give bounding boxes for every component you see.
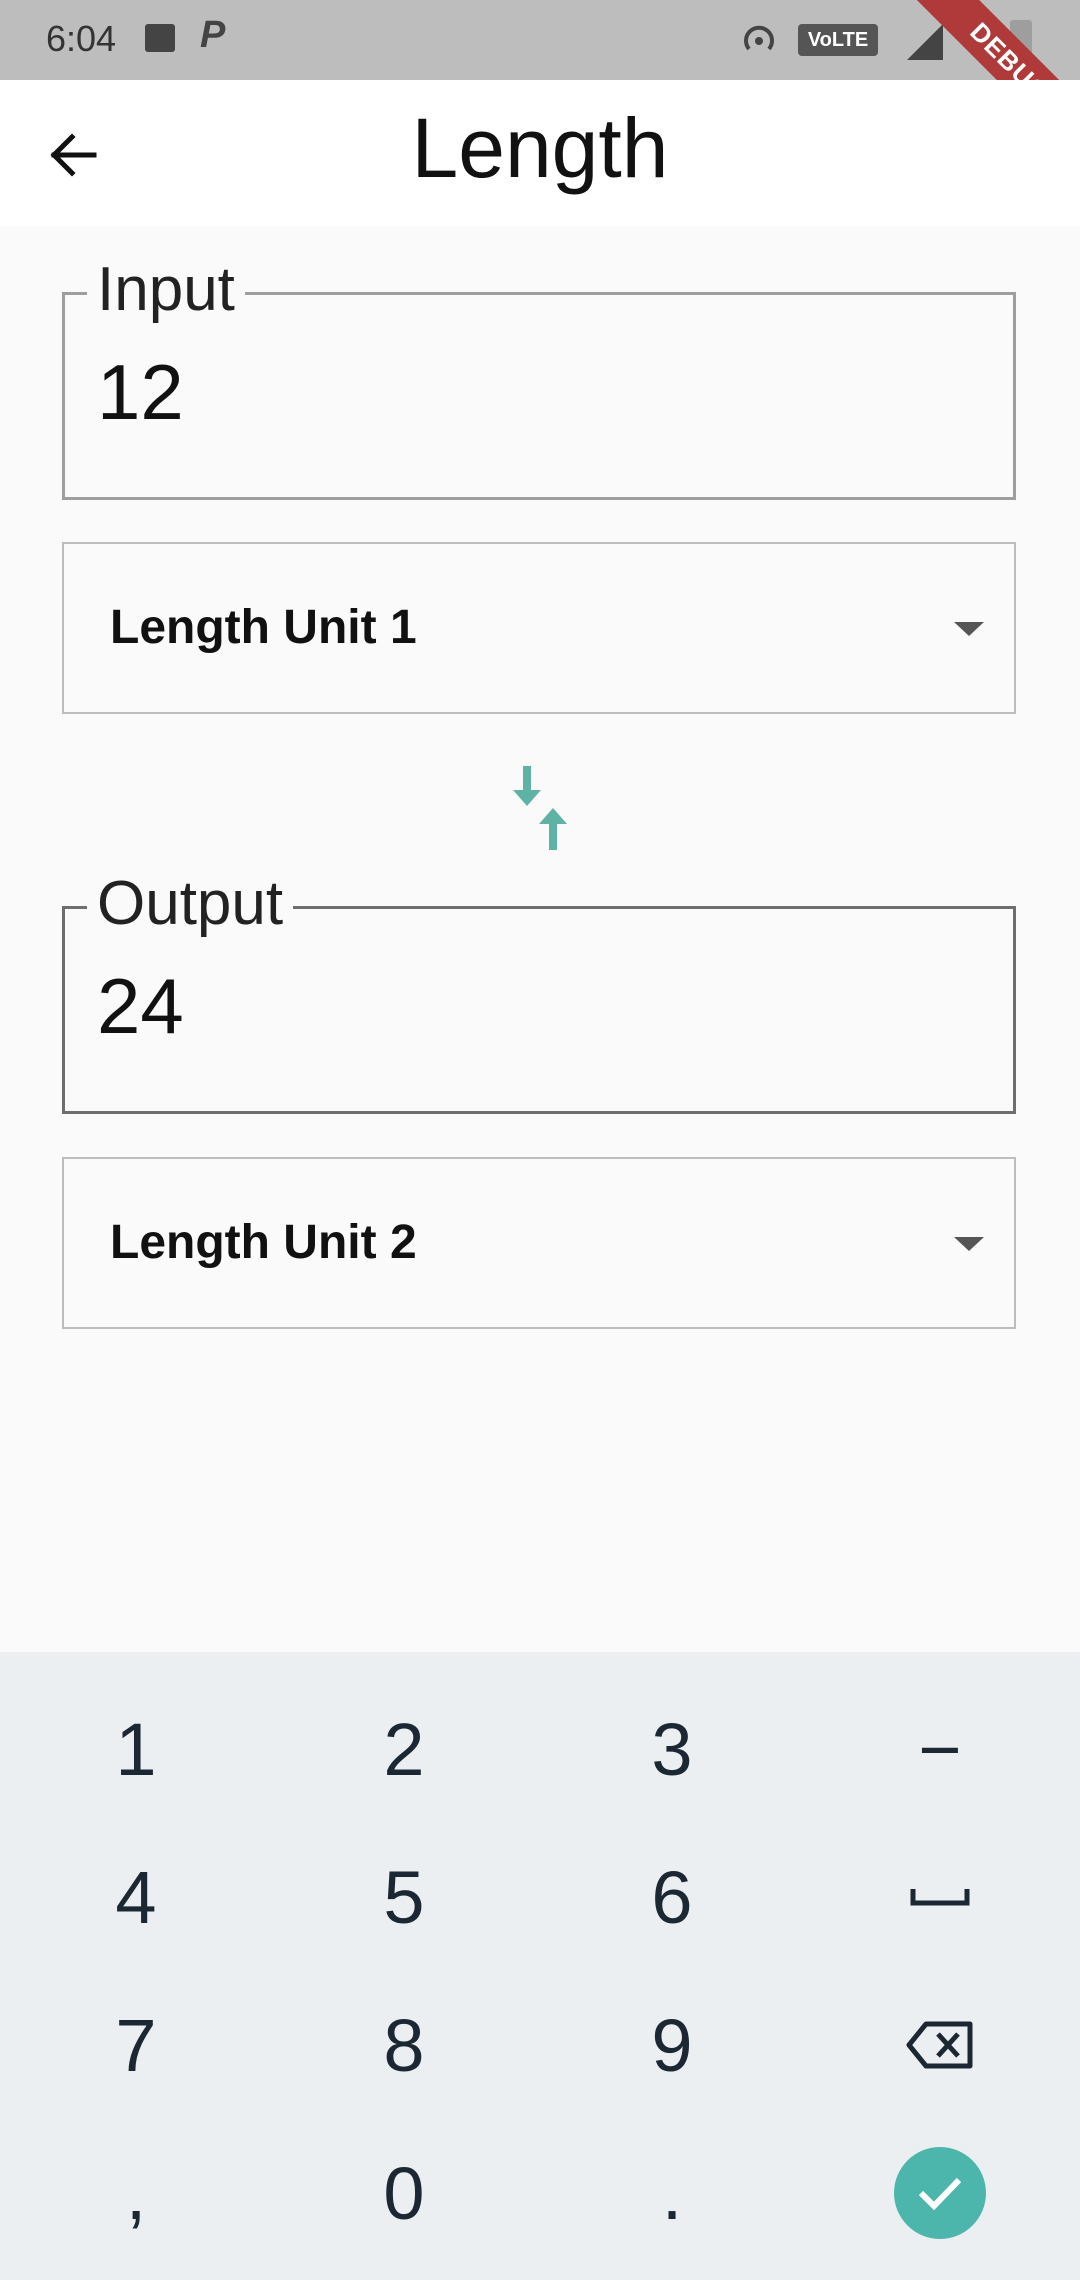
done-button[interactable] [894,2147,986,2239]
status-time: 6:04 [46,18,117,59]
dropdown-arrow-icon [954,622,984,636]
hotspot-icon [744,25,774,51]
page-title: Length [411,101,669,195]
input-label: Input [87,255,245,325]
output-unit-label: Length Unit 2 [110,1216,417,1269]
checkmark-icon [918,2177,962,2211]
key-4[interactable]: 4 [2,1823,270,1971]
output-value: 24 [97,962,184,1050]
status-bar: 6:04 P VoLTE DEBUG [0,0,1080,170]
key-period[interactable]: . [538,2119,806,2267]
key-minus[interactable]: − [806,1675,1074,1823]
key-9[interactable]: 9 [538,1971,806,2119]
key-done[interactable] [806,2119,1074,2267]
key-2[interactable]: 2 [270,1675,538,1823]
input-value: 12 [97,348,184,436]
swap-units-icon[interactable] [505,762,575,854]
key-8[interactable]: 8 [270,1971,538,2119]
key-5[interactable]: 5 [270,1823,538,1971]
key-6[interactable]: 6 [538,1823,806,1971]
output-field[interactable]: Output 24 [62,869,1016,1114]
key-backspace[interactable] [806,1971,1074,2119]
output-label: Output [87,869,294,939]
key-0[interactable]: 0 [270,2119,538,2267]
dropdown-arrow-icon [954,1237,984,1251]
backspace-icon [906,2021,973,2069]
output-unit-dropdown[interactable]: Length Unit 2 [62,1157,1016,1329]
key-3[interactable]: 3 [538,1675,806,1823]
space-icon [910,1889,970,1906]
input-field[interactable]: Input 12 [62,255,1016,500]
key-7[interactable]: 7 [2,1971,270,2119]
gallery-notification-icon [145,24,175,52]
numeric-keyboard: 1 2 3 − 4 5 6 7 8 9 , 0 . [0,1652,1080,2280]
key-comma[interactable]: , [2,2119,270,2267]
input-unit-label: Length Unit 1 [110,601,417,654]
key-1[interactable]: 1 [2,1675,270,1823]
p-notification-icon: P [200,14,226,56]
input-unit-dropdown[interactable]: Length Unit 1 [62,542,1016,714]
key-space[interactable] [806,1823,1074,1971]
app-bar: Length [0,80,1080,226]
volte-icon: VoLTE [798,24,878,56]
